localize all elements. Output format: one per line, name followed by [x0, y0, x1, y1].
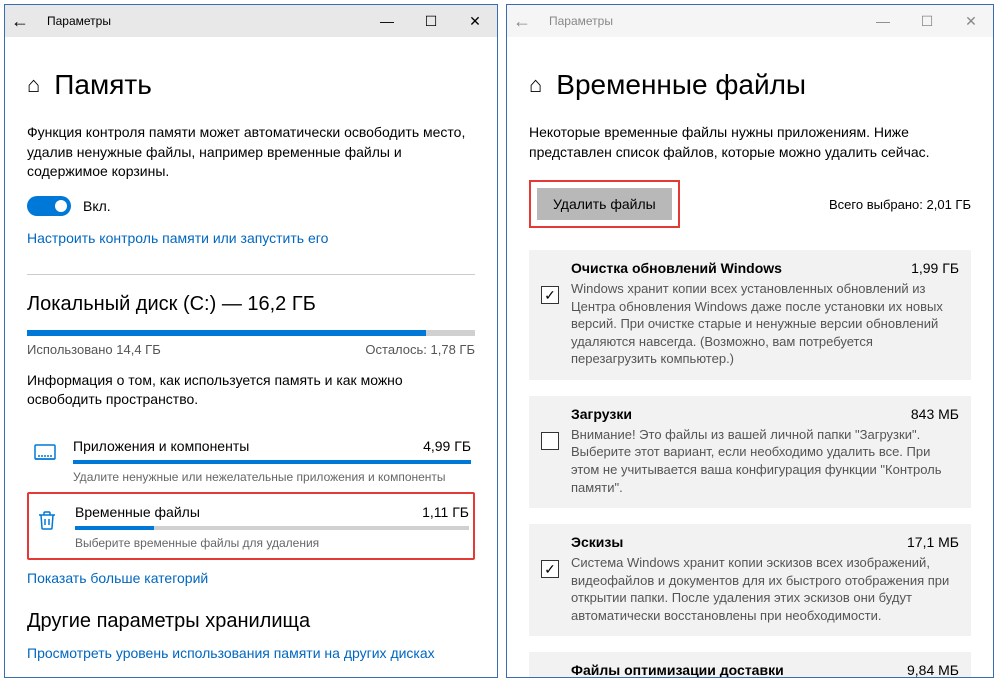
storage-sense-toggle[interactable]	[27, 196, 71, 216]
category-sub: Удалите ненужные или нежелательные прило…	[73, 470, 471, 484]
file-name: Очистка обновлений Windows	[571, 260, 782, 276]
home-icon[interactable]: ⌂	[27, 74, 40, 96]
view-usage-other-drives-link[interactable]: Просмотреть уровень использования памяти…	[27, 645, 475, 661]
checkbox[interactable]	[541, 432, 559, 450]
file-item-windows-update-cleanup[interactable]: ✓ Очистка обновлений Windows 1,99 ГБ Win…	[529, 250, 971, 380]
checkbox[interactable]: ✓	[541, 560, 559, 578]
configure-storage-sense-link[interactable]: Настроить контроль памяти или запустить …	[27, 230, 475, 246]
category-apps[interactable]: Приложения и компоненты 4,99 ГБ Удалите …	[27, 428, 475, 492]
file-name: Загрузки	[571, 406, 632, 422]
show-more-categories-link[interactable]: Показать больше категорий	[27, 570, 475, 586]
category-name: Временные файлы	[75, 504, 200, 520]
toggle-label: Вкл.	[83, 198, 111, 214]
category-name: Приложения и компоненты	[73, 438, 249, 454]
close-button[interactable]: ✕	[453, 5, 497, 37]
settings-window-storage: ← Параметры — ☐ ✕ ⌂ Память Функция контр…	[4, 4, 498, 678]
divider	[27, 274, 475, 275]
back-button[interactable]: ←	[513, 12, 531, 30]
file-size: 843 МБ	[911, 406, 959, 422]
checkbox[interactable]: ✓	[541, 286, 559, 304]
local-disk-title: Локальный диск (C:) — 16,2 ГБ	[27, 293, 475, 316]
close-button[interactable]: ✕	[949, 5, 993, 37]
maximize-button[interactable]: ☐	[905, 5, 949, 37]
titlebar: ← Параметры — ☐ ✕	[5, 5, 497, 37]
file-description: Windows хранит копии всех установленных …	[571, 280, 959, 368]
apps-icon	[31, 440, 59, 468]
file-item-downloads[interactable]: Загрузки 843 МБ Внимание! Это файлы из в…	[529, 396, 971, 508]
file-size: 17,1 МБ	[907, 534, 959, 550]
page-title: Память	[54, 69, 152, 101]
category-sub: Выберите временные файлы для удаления	[75, 536, 469, 550]
file-item-delivery-optimization[interactable]: Файлы оптимизации доставки 9,84 МБ Файлы…	[529, 652, 971, 677]
remaining-label: Осталось: 1,78 ГБ	[365, 342, 475, 357]
minimize-button[interactable]: —	[365, 5, 409, 37]
settings-window-temp-files: ← Параметры — ☐ ✕ ⌂ Временные файлы Неко…	[506, 4, 994, 678]
home-icon[interactable]: ⌂	[529, 74, 542, 96]
file-description: Система Windows хранит копии эскизов все…	[571, 554, 959, 624]
trash-icon	[33, 506, 61, 534]
category-size: 4,99 ГБ	[423, 438, 471, 454]
minimize-button[interactable]: —	[861, 5, 905, 37]
category-temp-files[interactable]: Временные файлы 1,11 ГБ Выберите временн…	[27, 492, 475, 560]
disk-usage-bar	[27, 330, 475, 336]
used-label: Использовано 14,4 ГБ	[27, 342, 161, 357]
delete-files-highlight: Удалить файлы	[529, 180, 680, 228]
file-name: Эскизы	[571, 534, 623, 550]
window-title: Параметры	[47, 14, 111, 28]
delete-files-button[interactable]: Удалить файлы	[537, 188, 672, 220]
back-button[interactable]: ←	[11, 12, 29, 30]
titlebar: ← Параметры — ☐ ✕	[507, 5, 993, 37]
file-size: 1,99 ГБ	[911, 260, 959, 276]
file-description: Внимание! Это файлы из вашей личной папк…	[571, 426, 959, 496]
page-title: Временные файлы	[556, 69, 806, 101]
file-name: Файлы оптимизации доставки	[571, 662, 784, 677]
file-size: 9,84 МБ	[907, 662, 959, 677]
total-selected-label: Всего выбрано: 2,01 ГБ	[829, 197, 971, 212]
category-size: 1,11 ГБ	[422, 504, 469, 520]
temp-files-list: ✓ Очистка обновлений Windows 1,99 ГБ Win…	[529, 250, 971, 677]
disk-info: Информация о том, как используется памят…	[27, 371, 475, 410]
file-item-thumbnails[interactable]: ✓ Эскизы 17,1 МБ Система Windows хранит …	[529, 524, 971, 636]
more-storage-settings-title: Другие параметры хранилища	[27, 610, 475, 633]
storage-sense-description: Функция контроля памяти может автоматиче…	[27, 123, 475, 182]
maximize-button[interactable]: ☐	[409, 5, 453, 37]
temp-files-description: Некоторые временные файлы нужны приложен…	[529, 123, 971, 162]
window-title: Параметры	[549, 14, 613, 28]
